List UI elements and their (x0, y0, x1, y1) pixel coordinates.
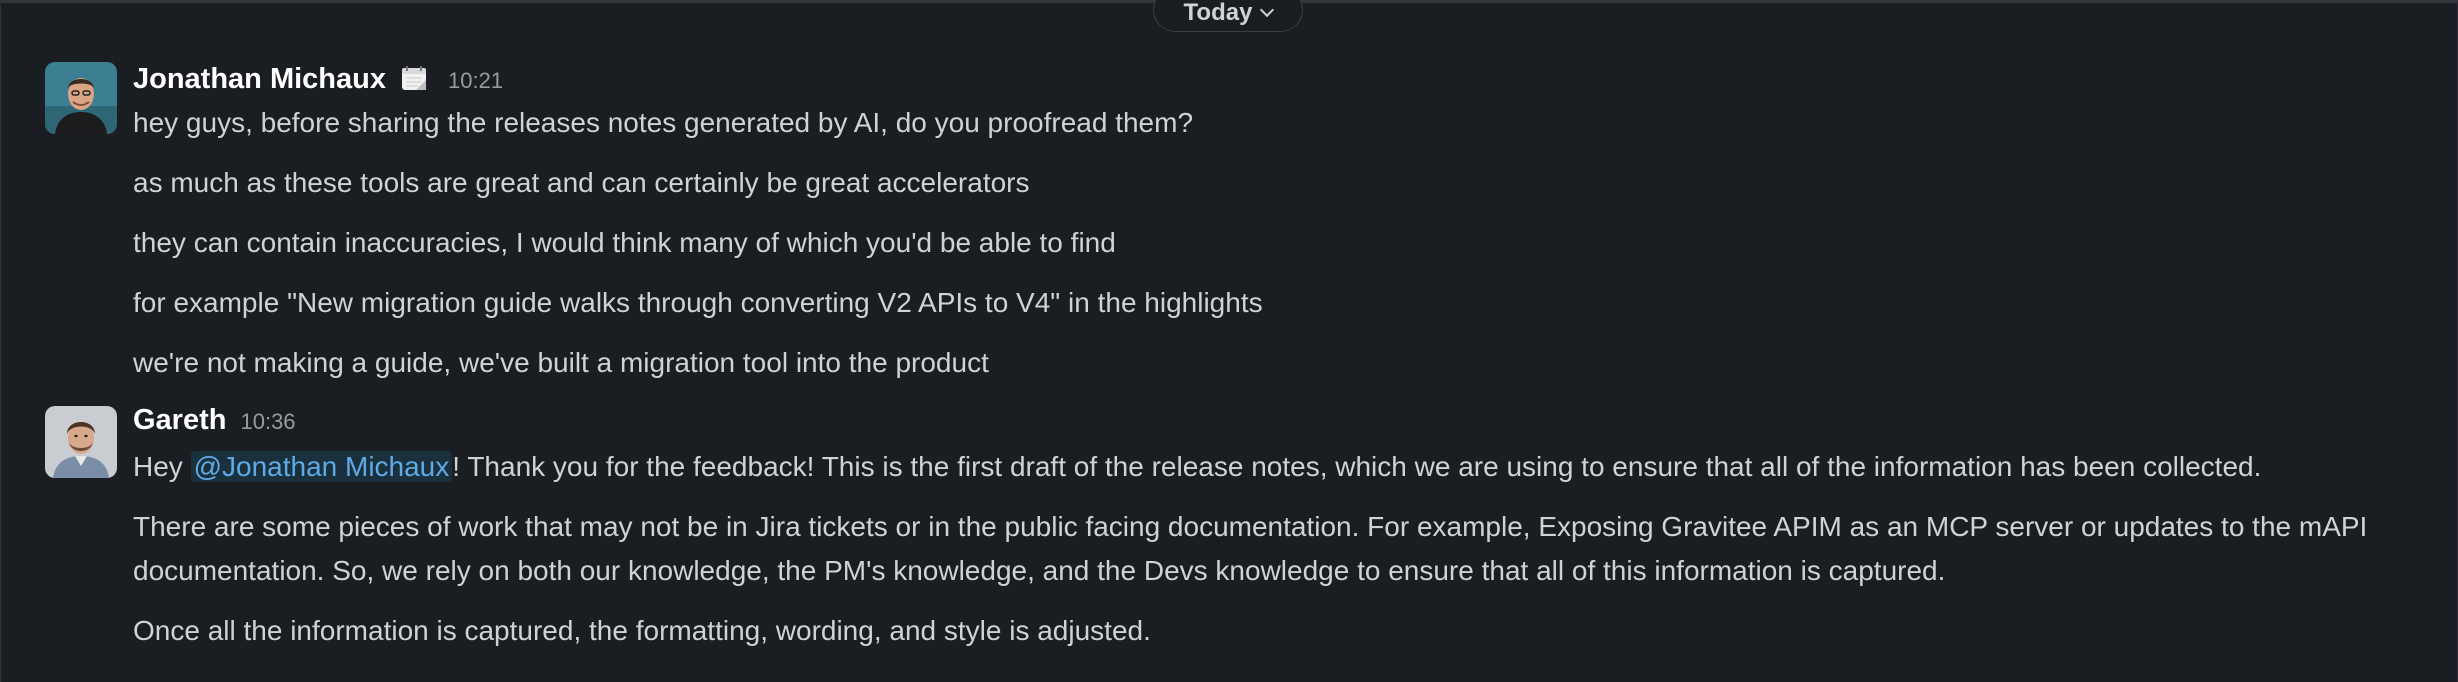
message-text-paragraph: There are some pieces of work that may n… (133, 511, 2368, 586)
user-mention[interactable]: @Jonathan Michaux (190, 451, 453, 482)
message-pane: Today Jonathan Michaux 10:21 hey guys, b… (0, 0, 2458, 682)
message-text-line: as much as these tools are great and can… (133, 167, 1030, 198)
message-text-line: Once all the information is captured, th… (133, 615, 1151, 646)
date-divider-label: Today (1183, 0, 1253, 26)
chevron-down-icon (1260, 2, 1275, 18)
message-header: Gareth 10:36 (133, 404, 296, 437)
message-text-line: for example "New migration guide walks t… (133, 287, 1263, 318)
message-text-line: Hey @Jonathan Michaux! Thank you for the… (133, 445, 2261, 489)
message-text: ! Thank you for the feedback! This is th… (452, 451, 2262, 482)
calendar-icon[interactable] (400, 64, 428, 92)
message-timestamp[interactable]: 10:21 (448, 68, 503, 94)
message-header: Jonathan Michaux 10:21 (133, 60, 503, 96)
avatar[interactable] (45, 406, 117, 478)
message-text-line: hey guys, before sharing the releases no… (133, 107, 1194, 138)
avatar[interactable] (45, 62, 117, 134)
message-timestamp[interactable]: 10:36 (240, 409, 295, 435)
message-text-line: they can contain inaccuracies, I would t… (133, 227, 1116, 258)
message-text: Hey (133, 451, 191, 482)
author-name[interactable]: Gareth (133, 404, 226, 437)
message-text-line: we're not making a guide, we've built a … (133, 347, 989, 378)
date-divider-button[interactable]: Today (1153, 0, 1303, 32)
author-name[interactable]: Jonathan Michaux (133, 63, 386, 96)
